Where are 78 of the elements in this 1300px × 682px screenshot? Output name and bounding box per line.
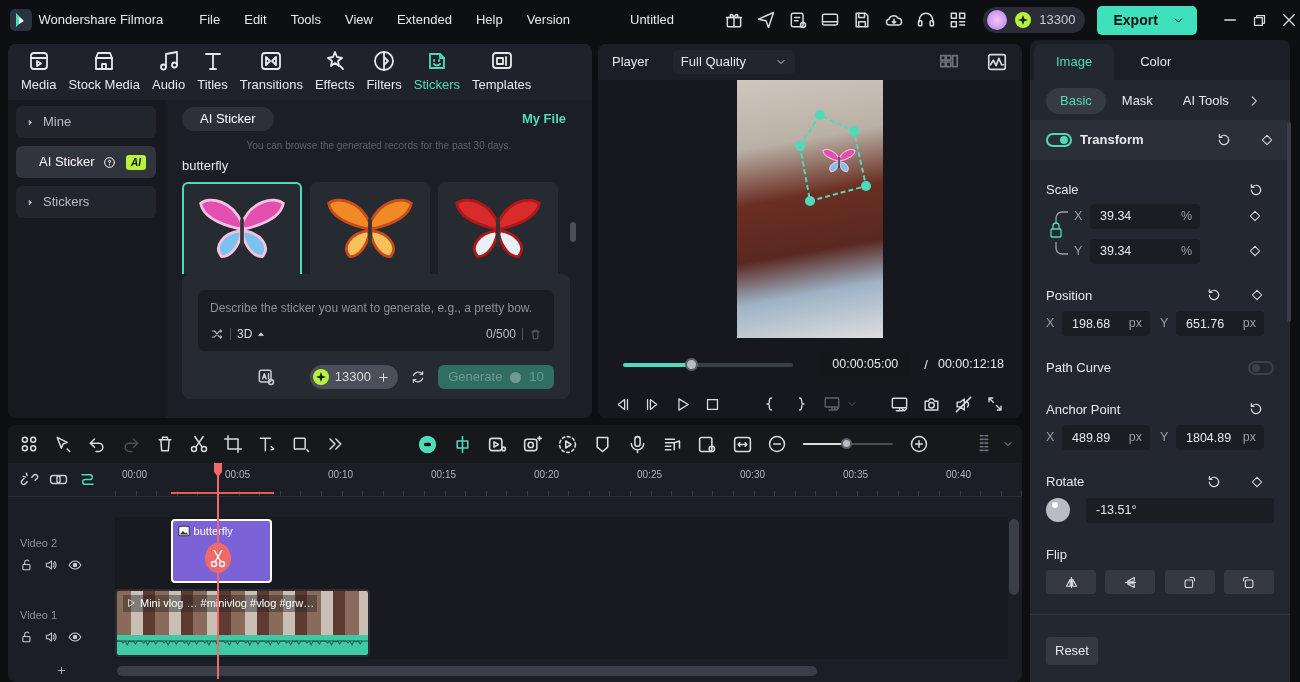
axis-label: X bbox=[1046, 429, 1056, 447]
section-label: Rotate bbox=[1046, 473, 1085, 491]
section-title: Transform bbox=[1080, 131, 1144, 150]
ruler-label: 00:25 bbox=[637, 468, 663, 482]
value-field[interactable]: 489.89 bbox=[1062, 425, 1127, 450]
rotate-field[interactable]: -13.51° bbox=[1086, 497, 1274, 523]
time-separator: / bbox=[924, 355, 928, 374]
player-label: Player bbox=[612, 53, 649, 72]
menu-item[interactable]: File bbox=[199, 10, 221, 30]
sidebar-item[interactable]: Stickers bbox=[16, 186, 156, 218]
character-counter: 0/500 bbox=[485, 326, 516, 343]
ai-sticker-tab[interactable]: AI Sticker bbox=[182, 107, 274, 131]
ruler-label: 00:00 bbox=[122, 468, 148, 482]
total-time: 00:00:12:18 bbox=[937, 356, 1004, 373]
media-tab[interactable]: Titles bbox=[194, 49, 231, 95]
media-tab[interactable]: Templates bbox=[469, 49, 535, 95]
value-field[interactable]: 39.34 bbox=[1090, 238, 1179, 264]
value-field[interactable]: 651.76 bbox=[1176, 311, 1241, 336]
hint-text: You can browse the generated records for the past 30 days. bbox=[245, 139, 513, 153]
axis-label: X bbox=[1046, 315, 1056, 333]
inspector-tab[interactable]: Image bbox=[1034, 44, 1115, 80]
ruler-label: 00:10 bbox=[328, 468, 354, 482]
axis-label: Y bbox=[1160, 429, 1170, 447]
section-label: Flip bbox=[1046, 546, 1067, 562]
value-field[interactable]: 198.68 bbox=[1062, 311, 1127, 336]
value-field[interactable]: 1804.89 bbox=[1176, 425, 1241, 450]
credit-count: 13300 bbox=[1039, 11, 1076, 30]
unit-label: % bbox=[1178, 238, 1200, 264]
section-label: Scale bbox=[1046, 181, 1079, 199]
app-name: Wondershare Filmora bbox=[38, 11, 164, 30]
quality-dropdown[interactable]: Full Quality bbox=[672, 50, 795, 74]
value-field[interactable]: 39.34 bbox=[1090, 203, 1179, 229]
menu-item[interactable]: Tools bbox=[290, 10, 321, 30]
unit-label: px bbox=[1126, 311, 1150, 336]
my-file-link[interactable]: My File bbox=[521, 109, 566, 129]
ruler-label: 00:35 bbox=[843, 468, 869, 482]
credit-count: 13300 bbox=[334, 368, 371, 387]
axis-label: X bbox=[1074, 207, 1084, 225]
sub-tab[interactable]: Mask bbox=[1107, 88, 1167, 114]
track-name: Video 1 bbox=[20, 608, 58, 623]
media-tab[interactable]: Stickers bbox=[410, 49, 464, 95]
sub-tab[interactable]: AI Tools bbox=[1168, 88, 1243, 114]
media-tab[interactable]: Media bbox=[18, 49, 60, 95]
section-label: Position bbox=[1046, 286, 1093, 305]
menu-item[interactable]: Help bbox=[475, 10, 503, 30]
axis-label: Y bbox=[1074, 242, 1084, 260]
axis-label: Y bbox=[1160, 315, 1170, 333]
unit-label: % bbox=[1178, 203, 1200, 229]
section-label: Anchor Point bbox=[1046, 400, 1121, 419]
unit-label: px bbox=[1240, 311, 1264, 336]
media-tab[interactable]: Effects bbox=[311, 49, 358, 95]
unit-label: px bbox=[1126, 425, 1150, 450]
menu-item[interactable]: Version bbox=[526, 10, 570, 30]
group-title: butterfly bbox=[182, 157, 229, 175]
export-button[interactable]: Export bbox=[1097, 5, 1197, 35]
sidebar-item[interactable]: AI Sticker AI bbox=[16, 146, 156, 178]
media-tab[interactable]: Stock Media bbox=[65, 49, 143, 95]
menu-item[interactable]: View bbox=[345, 10, 373, 30]
reset-button[interactable]: Reset bbox=[1046, 637, 1098, 665]
ruler-label: 00:40 bbox=[946, 468, 972, 482]
section-label: Path Curve bbox=[1046, 359, 1112, 377]
project-title: Untitled bbox=[630, 11, 675, 30]
sidebar-item[interactable]: Mine bbox=[16, 106, 156, 138]
credits-pill[interactable]: 13300 bbox=[983, 7, 1086, 33]
media-tab[interactable]: Audio bbox=[148, 49, 189, 95]
media-tab[interactable]: Transitions bbox=[236, 49, 306, 95]
inspector-tab[interactable]: Color bbox=[1118, 44, 1194, 80]
media-tab[interactable]: Filters bbox=[363, 49, 405, 95]
menu-item[interactable]: Extended bbox=[396, 10, 452, 30]
ruler-label: 00:20 bbox=[534, 468, 560, 482]
menu-item[interactable]: Edit bbox=[244, 10, 267, 30]
ruler-label: 00:15 bbox=[431, 468, 457, 482]
track-name: Video 2 bbox=[20, 536, 58, 551]
ai-badge: AI bbox=[126, 154, 146, 170]
sub-tab[interactable]: Basic bbox=[1046, 88, 1106, 114]
unit-label: px bbox=[1240, 425, 1264, 450]
ruler-label: 00:05 bbox=[225, 468, 251, 482]
ruler-label: 00:30 bbox=[740, 468, 766, 482]
